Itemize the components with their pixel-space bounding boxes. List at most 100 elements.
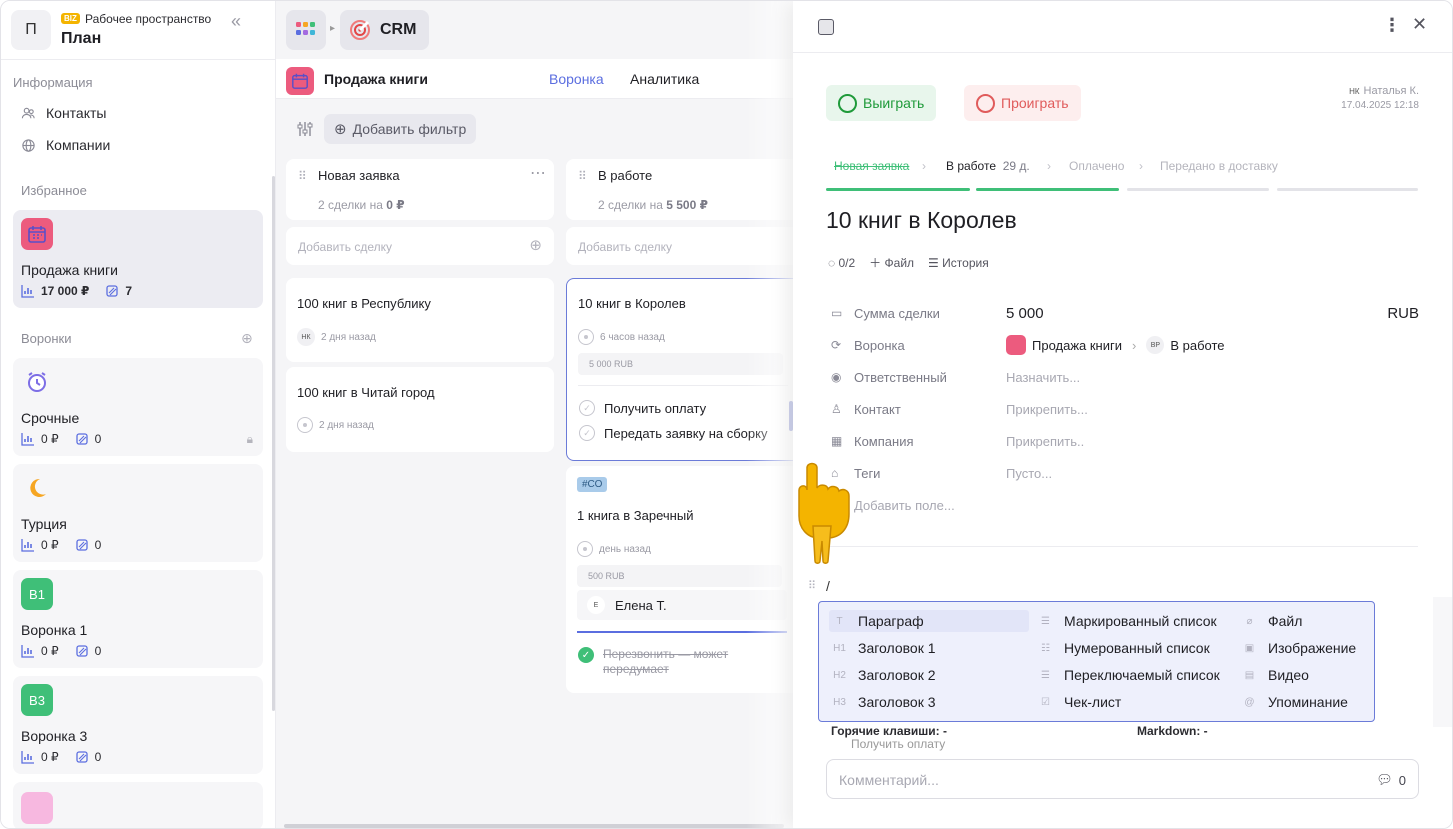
section-favorites: Избранное [21,183,87,198]
tasks-counter[interactable]: ◌ 0/2 [828,256,855,270]
panel-toolbar: ⋮ ✕ [793,1,1452,53]
toggle-list-icon: ☰ [1041,669,1050,681]
pipeline-name: Воронка 3 [21,728,88,744]
crm-app-button[interactable]: CRM [340,10,429,50]
pipeline-stats: 17 000 ₽ 7 [21,284,132,298]
stage-done[interactable]: Новая заявка [834,159,909,173]
comment-bubble-icon: 💬︎ [1376,772,1393,787]
pipeline-count: 0 [94,432,102,446]
add-pipeline-icon[interactable]: ⊕ [241,330,253,347]
pipeline-card-v1[interactable]: В1 Воронка 1 0 ₽ 0 [13,570,263,668]
pipeline-badge: В1 [21,578,53,610]
deals-icon [106,285,119,297]
task-item[interactable]: ✓ Получить оплату [579,400,706,416]
lose-label: Проиграть [1001,95,1069,111]
more-vertical-icon[interactable]: ⋮ [1383,15,1401,36]
field-responsible[interactable]: ◉ Ответственный Назначить... [831,367,1421,391]
field-pipeline[interactable]: ⟳ Воронка Продажа книги › ВР В работе [831,335,1421,359]
deal-title[interactable]: 10 книг в Королев [826,207,1017,234]
bullet-list-icon: ☰ [1041,615,1050,627]
menu-item-bulleted-list[interactable]: ☰ Маркированный список [1039,613,1217,629]
deal-card[interactable]: 100 книг в Читай город 2 дня назад [286,367,554,452]
workspace-switcher[interactable]: П BIZ Рабочее пространство План [11,10,265,52]
filter-sliders-icon[interactable] [296,120,314,141]
check-circle-icon[interactable]: ✓ [579,425,595,441]
close-icon[interactable]: ✕ [1412,14,1427,35]
pipeline-card-urgent[interactable]: Срочные 0 ₽ 0 🔒︎ [13,358,263,456]
field-tags[interactable]: ⌂ Теги Пусто... [831,463,1421,487]
add-file-button[interactable]: ＋ Файл [869,254,914,271]
deals-icon [76,751,88,763]
deal-time: день назад [599,543,651,555]
sidebar-item-companies[interactable]: Компании [21,137,110,153]
menu-item-image[interactable]: ▣ Изображение [1243,640,1356,656]
field-amount[interactable]: ▭ Сумма сделки 5 000 RUB [831,303,1421,327]
markdown-hint: Markdown: - [1137,724,1208,738]
menu-item-h3[interactable]: H3 Заголовок 3 [833,694,935,710]
pipeline-card-turkey[interactable]: Турция 0 ₽ 0 [13,464,263,562]
pointing-hand-icon [798,462,850,564]
check-done-icon[interactable]: ✓ [578,647,594,663]
menu-item-file[interactable]: ⌀ Файл [1243,613,1302,629]
drag-handle-icon[interactable]: ⠿ [298,169,307,183]
pipeline-count: 0 [94,538,102,552]
menu-item-h1[interactable]: H1 Заголовок 1 [833,640,935,656]
heading1-icon: H1 [833,642,846,654]
deal-card[interactable]: 100 книг в Республику НК 2 дня назад [286,278,554,362]
column-menu-icon[interactable]: ⋯ [530,163,546,183]
pipeline-name: Продажа книги [21,262,118,278]
stage-todo[interactable]: Оплачено [1069,159,1124,173]
drag-handle-icon[interactable]: ⠿ [578,169,587,183]
check-circle-icon[interactable]: ✓ [579,400,595,416]
checklist-icon: ☑ [1041,696,1050,708]
board-horizontal-scrollbar[interactable] [284,824,784,828]
sidebar-scrollbar[interactable] [272,176,275,711]
column-title: Новая заявка [318,168,400,183]
favorite-pipeline-card[interactable]: Продажа книги 17 000 ₽ 7 [13,210,263,308]
comment-input[interactable]: Комментарий... 💬︎ 0 [826,759,1419,799]
deal-meta: 2 дня назад [297,417,374,433]
sidebar-item-contacts[interactable]: Контакты [21,105,106,121]
stage-todo[interactable]: Передано в доставку [1160,159,1278,173]
stage-bar-done [826,188,970,191]
apps-grid-button[interactable] [286,10,326,50]
pipeline-card-v3[interactable]: В3 Воронка 3 0 ₽ 0 [13,676,263,774]
avatar: Е [587,596,605,614]
field-value: Пусто... [1006,466,1053,481]
tab-funnel[interactable]: Воронка [549,71,604,87]
field-label: Компания [854,434,914,449]
editor-slash-input[interactable]: / [826,578,830,594]
scroll-gutter [1433,597,1452,727]
user-circle-icon: ◉ [831,370,842,384]
menu-item-h2[interactable]: H2 Заголовок 2 [833,667,935,683]
field-contact[interactable]: ♙ Контакт Прикрепить... [831,399,1421,423]
menu-item-paragraph[interactable]: T Параграф [829,610,1029,632]
at-icon: @ [1244,696,1255,708]
pipeline-value[interactable]: Продажа книги › ВР В работе [1006,335,1225,355]
collapse-sidebar-icon[interactable]: « [231,11,241,32]
comment-counter[interactable]: 💬︎ 0 [1376,772,1406,788]
block-drag-handle-icon[interactable]: ⠿ [808,579,816,592]
add-deal-row[interactable]: Добавить сделку ⊕ [286,227,554,265]
field-label: Воронка [854,338,905,353]
field-label: Сумма сделки [854,306,940,321]
menu-item-checklist[interactable]: ☑ Чек-лист [1039,694,1121,710]
menu-item-mention[interactable]: @ Упоминание [1243,694,1348,710]
menu-item-video[interactable]: ▤ Видео [1243,667,1309,683]
sidebar-toggle-icon[interactable] [818,19,834,35]
add-field-button[interactable]: Добавить поле... [831,495,1421,519]
add-filter-button[interactable]: ⊕ Добавить фильтр [324,114,477,144]
task-item[interactable]: ✓ Передать заявку на сборку [579,425,767,441]
tab-analytics[interactable]: Аналитика [630,71,699,87]
image-icon: ▣ [1244,642,1255,654]
field-company[interactable]: ▦ Компания Прикрепить.. [831,431,1421,455]
lose-button[interactable]: Проиграть [964,85,1081,121]
menu-item-numbered-list[interactable]: ☷ Нумерованный список [1039,640,1210,656]
numbered-list-icon: ☷ [1041,642,1050,654]
pipeline-stats: 0 ₽ 0 [21,432,101,446]
stage-current[interactable]: В работе 29 д. [946,159,1030,173]
history-button[interactable]: ☰ История [928,256,989,270]
menu-item-toggle-list[interactable]: ☰ Переключаемый список [1039,667,1220,683]
pipeline-card-partial[interactable] [13,782,263,828]
win-button[interactable]: Выиграть [826,85,937,121]
